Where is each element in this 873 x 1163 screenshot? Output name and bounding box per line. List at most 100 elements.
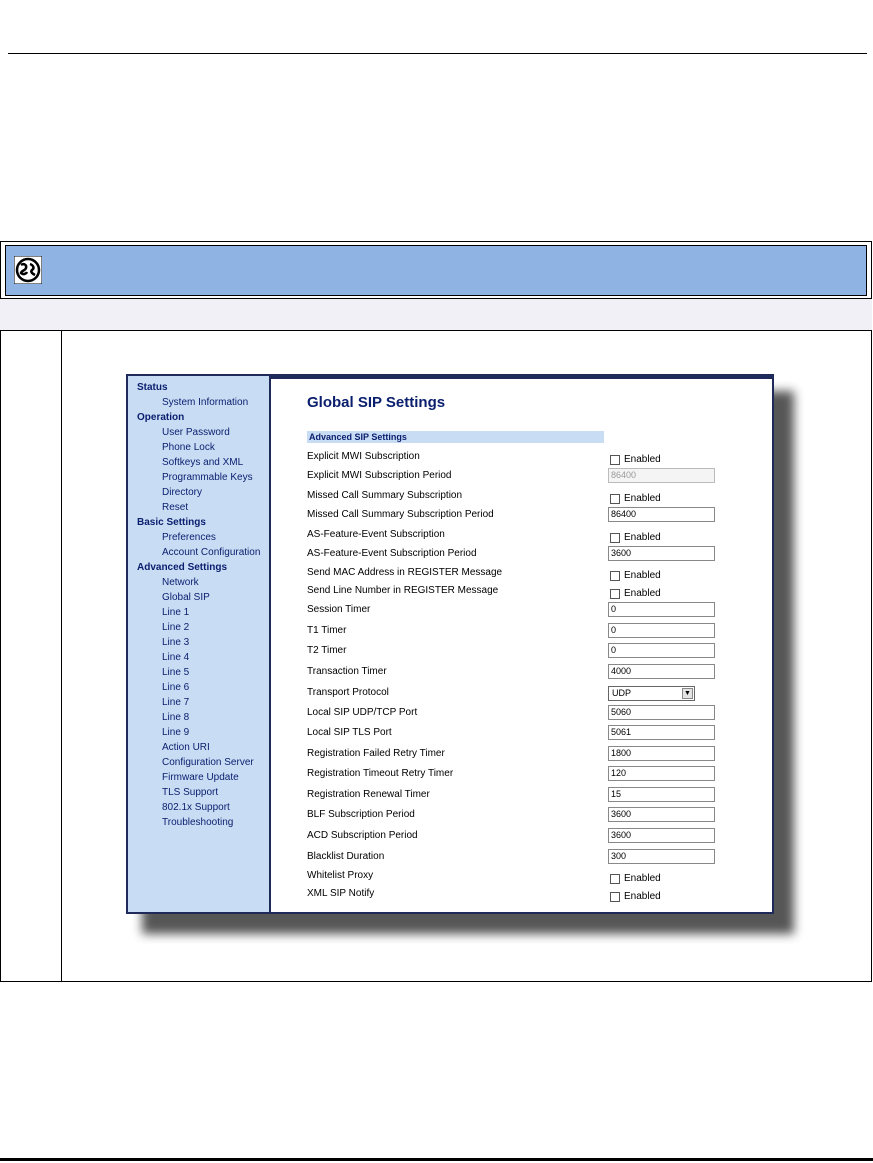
sidebar-item-802-1x-support[interactable]: 802.1x Support: [128, 800, 269, 815]
missed-call-summary-subscription-period-input[interactable]: 86400: [608, 507, 715, 522]
local-sip-tls-port-input[interactable]: 5061: [608, 725, 715, 740]
sidebar-section-basic-settings: Basic Settings: [137, 517, 206, 528]
web-ui-window: Status System Information Operation User Pa…: [126, 374, 774, 914]
sidebar-item-firmware-update[interactable]: Firmware Update: [128, 770, 269, 785]
whitelist-proxy-checkbox-group: Enabled: [610, 870, 661, 888]
t1-timer-label: T1 Timer: [307, 625, 347, 636]
send-mac-address-in-register-message-label: Send MAC Address in REGISTER Message: [307, 567, 503, 578]
explicit-mwi-subscription-checkbox[interactable]: [610, 454, 620, 465]
sidebar-item-line-2[interactable]: Line 2: [128, 620, 269, 635]
missed-call-summary-subscription-checkbox-group: Enabled: [610, 490, 661, 508]
xml-sip-notify-checkbox-text: Enabled: [624, 891, 661, 903]
top-rule: [8, 53, 867, 54]
sidebar-item-softkeys-and-xml[interactable]: Softkeys and XML: [128, 455, 269, 470]
table-subheader: [0, 298, 872, 331]
sidebar-item-line-3[interactable]: Line 3: [128, 635, 269, 650]
registration-timeout-retry-timer-label: Registration Timeout Retry Timer: [307, 768, 454, 779]
blacklist-duration-input[interactable]: 300: [608, 849, 715, 864]
send-mac-address-in-register-message-checkbox-group: Enabled: [610, 567, 661, 585]
sidebar-section-advanced-settings: Advanced Settings: [137, 562, 228, 573]
as-feature-event-subscription-checkbox-text: Enabled: [624, 532, 661, 544]
send-mac-address-in-register-message-checkbox[interactable]: [610, 570, 620, 581]
sidebar-section-status: Status: [137, 382, 168, 393]
sidebar-item-reset[interactable]: Reset: [128, 500, 269, 515]
sidebar-item-line-8[interactable]: Line 8: [128, 710, 269, 725]
whitelist-proxy-checkbox[interactable]: [610, 873, 620, 884]
explicit-mwi-subscription-checkbox-group: Enabled: [610, 451, 661, 469]
sidebar-item-action-uri[interactable]: Action URI: [128, 740, 269, 755]
explicit-mwi-subscription-label: Explicit MWI Subscription: [307, 451, 420, 462]
as-feature-event-subscription-period-input[interactable]: 3600: [608, 546, 715, 561]
transport-protocol-select[interactable]: UDP ▼: [608, 686, 695, 701]
t1-timer-input[interactable]: 0: [608, 623, 715, 638]
sidebar-item-tls-support[interactable]: TLS Support: [128, 785, 269, 800]
as-feature-event-subscription-label: AS-Feature-Event Subscription: [307, 529, 445, 540]
globe-icon: [14, 256, 42, 284]
chevron-down-icon[interactable]: ▼: [682, 688, 693, 699]
sidebar-item-global-sip[interactable]: Global SIP: [128, 590, 269, 605]
sidebar-section-operation: Operation: [137, 412, 185, 423]
transaction-timer-input[interactable]: 4000: [608, 664, 715, 679]
sidebar-item-line-7[interactable]: Line 7: [128, 695, 269, 710]
missed-call-summary-subscription-period-label: Missed Call Summary Subscription Period: [307, 509, 494, 520]
send-mac-address-in-register-message-checkbox-text: Enabled: [624, 570, 661, 582]
sidebar-item-system-information[interactable]: System Information: [128, 395, 269, 410]
section-header: Advanced SIP Settings: [307, 431, 604, 443]
local-sip-udp-tcp-port-input[interactable]: 5060: [608, 705, 715, 720]
whitelist-proxy-checkbox-text: Enabled: [624, 873, 661, 885]
acd-subscription-period-input[interactable]: 3600: [608, 828, 715, 843]
sidebar-item-line-5[interactable]: Line 5: [128, 665, 269, 680]
sidebar-item-line-9[interactable]: Line 9: [128, 725, 269, 740]
sidebar-item-preferences[interactable]: Preferences: [128, 530, 269, 545]
registration-renewal-timer-input[interactable]: 15: [608, 787, 715, 802]
transaction-timer-label: Transaction Timer: [307, 666, 387, 677]
sidebar-item-programmable-keys[interactable]: Programmable Keys: [128, 470, 269, 485]
xml-sip-notify-checkbox-group: Enabled: [610, 888, 661, 906]
column-divider: [61, 331, 62, 982]
session-timer-input[interactable]: 0: [608, 602, 715, 617]
sidebar-item-network[interactable]: Network: [128, 575, 269, 590]
blacklist-duration-label: Blacklist Duration: [307, 851, 385, 862]
sidebar-item-line-4[interactable]: Line 4: [128, 650, 269, 665]
transport-protocol-label: Transport Protocol: [307, 687, 389, 698]
sidebar-item-phone-lock[interactable]: Phone Lock: [128, 440, 269, 455]
registration-failed-retry-timer-label: Registration Failed Retry Timer: [307, 748, 445, 759]
registration-renewal-timer-label: Registration Renewal Timer: [307, 789, 430, 800]
registration-timeout-retry-timer-input[interactable]: 120: [608, 766, 715, 781]
t2-timer-input[interactable]: 0: [608, 643, 715, 658]
as-feature-event-subscription-checkbox[interactable]: [610, 532, 620, 543]
sidebar-item-troubleshooting[interactable]: Troubleshooting: [128, 815, 269, 830]
explicit-mwi-subscription-period-label: Explicit MWI Subscription Period: [307, 470, 452, 481]
sidebar-item-user-password[interactable]: User Password: [128, 425, 269, 440]
local-sip-tls-port-label: Local SIP TLS Port: [307, 727, 392, 738]
send-line-number-in-register-message-label: Send Line Number in REGISTER Message: [307, 585, 499, 596]
blf-subscription-period-label: BLF Subscription Period: [307, 809, 415, 820]
send-line-number-in-register-message-checkbox-group: Enabled: [610, 585, 661, 603]
sidebar-item-configuration-server[interactable]: Configuration Server: [128, 755, 269, 770]
missed-call-summary-subscription-checkbox-text: Enabled: [624, 493, 661, 505]
sidebar-nav: Status System Information Operation User Pa…: [128, 376, 269, 830]
blf-subscription-period-input[interactable]: 3600: [608, 807, 715, 822]
local-sip-udp-tcp-port-label: Local SIP UDP/TCP Port: [307, 707, 418, 718]
sidebar-item-line-1[interactable]: Line 1: [128, 605, 269, 620]
sidebar: Status System Information Operation User Pa…: [128, 376, 271, 912]
explicit-mwi-subscription-checkbox-text: Enabled: [624, 454, 661, 466]
sidebar-item-directory[interactable]: Directory: [128, 485, 269, 500]
send-line-number-in-register-message-checkbox-text: Enabled: [624, 588, 661, 600]
acd-subscription-period-label: ACD Subscription Period: [307, 830, 418, 841]
transport-protocol-select-value: UDP: [612, 688, 632, 698]
sidebar-item-line-6[interactable]: Line 6: [128, 680, 269, 695]
registration-failed-retry-timer-input[interactable]: 1800: [608, 746, 715, 761]
table-header: [5, 245, 867, 296]
page-title: Global SIP Settings: [307, 394, 446, 411]
xml-sip-notify-checkbox[interactable]: [610, 891, 620, 902]
as-feature-event-subscription-checkbox-group: Enabled: [610, 529, 661, 547]
send-line-number-in-register-message-checkbox[interactable]: [610, 588, 620, 599]
whitelist-proxy-label: Whitelist Proxy: [307, 870, 374, 881]
sidebar-item-account-configuration[interactable]: Account Configuration: [128, 545, 269, 560]
missed-call-summary-subscription-label: Missed Call Summary Subscription: [307, 490, 463, 501]
bottom-rule: [0, 1158, 873, 1161]
missed-call-summary-subscription-checkbox[interactable]: [610, 493, 620, 504]
xml-sip-notify-label: XML SIP Notify: [307, 888, 375, 899]
as-feature-event-subscription-period-label: AS-Feature-Event Subscription Period: [307, 548, 477, 559]
